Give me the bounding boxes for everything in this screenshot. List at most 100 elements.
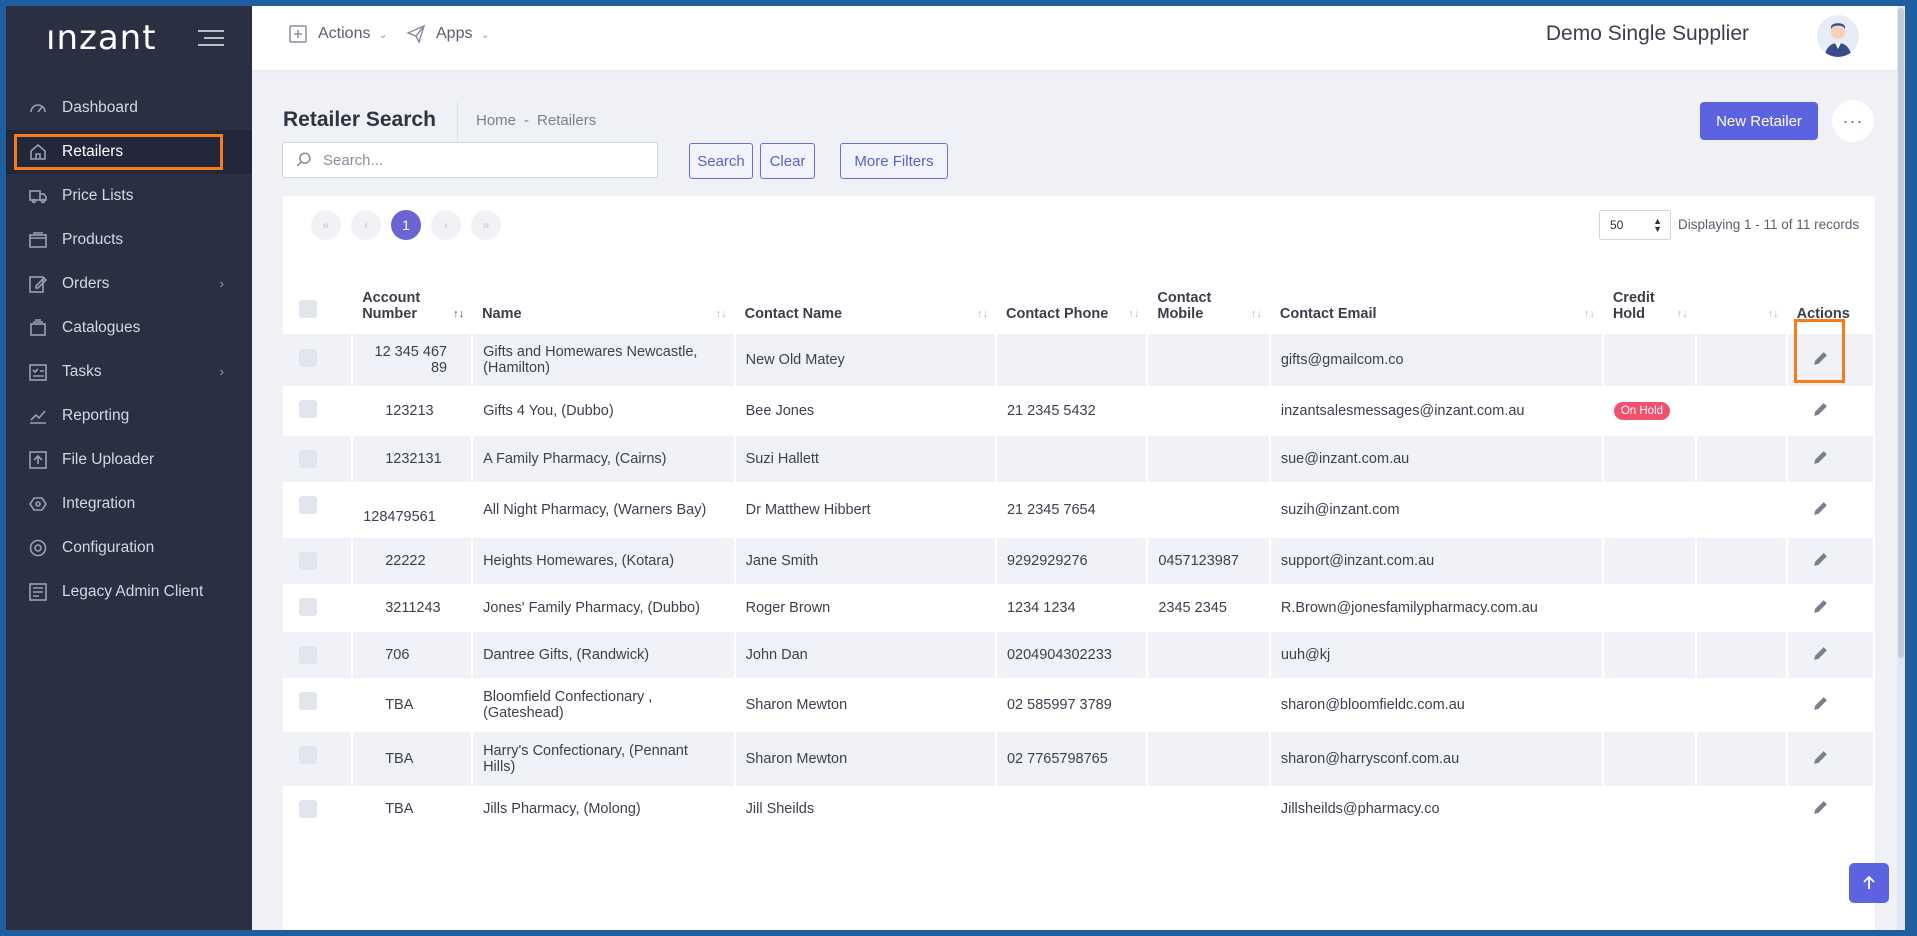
cell-credit-hold: On Hold: [1602, 386, 1697, 436]
cell-actions: [1786, 482, 1876, 538]
scroll-to-top-button[interactable]: [1849, 863, 1889, 903]
search-input[interactable]: [323, 151, 643, 169]
col-unnamed[interactable]: ↑↓: [1695, 266, 1787, 335]
sort-icon: ↑↓: [1676, 307, 1688, 320]
edit-button[interactable]: [1812, 500, 1829, 521]
cell-account-number: 22222: [352, 538, 474, 584]
page-size-select[interactable]: 50 ▲ ▼: [1599, 210, 1671, 240]
col-name[interactable]: Name ↑↓: [472, 266, 735, 335]
cell-contact-email: support@inzant.com.au: [1269, 538, 1604, 584]
apps-menu[interactable]: Apps ⌄: [406, 24, 490, 44]
cell-credit-hold: [1602, 732, 1697, 786]
more-filters-button[interactable]: More Filters: [840, 143, 948, 179]
breadcrumb-home[interactable]: Home: [476, 112, 516, 129]
row-checkbox[interactable]: [299, 496, 317, 514]
tenant-name: Demo Single Supplier: [1545, 22, 1749, 45]
cell-credit-hold: [1602, 786, 1697, 832]
sort-icon: ↑↓: [1767, 307, 1779, 320]
table-row[interactable]: 128479561 All Night Pharmacy, (Warners Ba…: [283, 482, 1876, 538]
row-select-cell: [283, 584, 354, 632]
col-contact-mobile[interactable]: Contact Mobile ↑↓: [1147, 266, 1270, 335]
page-scrollbar[interactable]: [1897, 6, 1905, 930]
sidebar-item-orders[interactable]: Orders ›: [6, 262, 252, 306]
cell-contact-name: Bee Jones: [734, 386, 997, 436]
edit-button[interactable]: [1812, 799, 1829, 820]
cell-contact-email: uuh@kj: [1269, 632, 1604, 678]
highlight-box: [1793, 318, 1845, 383]
row-checkbox[interactable]: [299, 348, 317, 367]
cell-actions: [1786, 678, 1876, 732]
sidebar-item-file-uploader[interactable]: File Uploader: [6, 438, 252, 482]
row-checkbox[interactable]: [299, 450, 317, 468]
page-button-current[interactable]: 1: [391, 210, 421, 240]
cell-actions: [1786, 732, 1876, 786]
sidebar-item-reporting[interactable]: Reporting: [6, 394, 252, 438]
truck-icon: [28, 186, 48, 206]
more-options-button[interactable]: ···: [1832, 100, 1874, 142]
row-checkbox[interactable]: [299, 400, 317, 418]
cell-contact-name: New Old Matey: [734, 334, 997, 386]
row-checkbox[interactable]: [299, 746, 317, 764]
clear-button[interactable]: Clear: [760, 143, 815, 179]
cell-name: Jones' Family Pharmacy, (Dubbo): [472, 584, 736, 632]
select-all-checkbox[interactable]: [299, 299, 317, 318]
first-page-button[interactable]: «: [311, 210, 341, 240]
chevron-right-icon: ›: [219, 276, 224, 291]
record-count: Displaying 1 - 11 of 11 records: [1678, 217, 1860, 232]
col-label: Contact Name: [744, 305, 843, 322]
edit-button[interactable]: [1812, 695, 1829, 716]
chevron-right-icon: ›: [219, 364, 224, 379]
sidebar-item-price-lists[interactable]: Price Lists: [6, 174, 252, 218]
table-row[interactable]: TBA Jills Pharmacy, (Molong) Jill Sheilds J…: [283, 786, 1876, 832]
table-row[interactable]: 22222 Heights Homewares, (Kotara) Jane Smi…: [283, 538, 1876, 584]
status-badge: On Hold: [1613, 402, 1671, 420]
col-label: Contact Email: [1279, 305, 1377, 322]
sidebar-item-tasks[interactable]: Tasks ›: [6, 350, 252, 394]
row-checkbox[interactable]: [299, 800, 317, 818]
col-contact-email[interactable]: Contact Email ↑↓: [1269, 266, 1603, 335]
sidebar-item-dashboard[interactable]: Dashboard: [6, 86, 252, 130]
avatar[interactable]: [1817, 15, 1859, 57]
table-row[interactable]: TBA Bloomfield Confectionary , (Gateshead…: [283, 678, 1876, 732]
table-row[interactable]: 12 345 467 89 Gifts and Homewares Newcast…: [283, 318, 1876, 386]
sidebar-item-integration[interactable]: Integration: [6, 482, 252, 526]
edit-button[interactable]: [1812, 401, 1829, 422]
table-row[interactable]: 706 Dantree Gifts, (Randwick) John Dan 0204…: [283, 632, 1876, 678]
edit-button[interactable]: [1812, 645, 1829, 666]
table-row[interactable]: 123213 Gifts 4 You, (Dubbo) Bee Jones 21 23…: [283, 386, 1876, 436]
col-credit-hold[interactable]: Credit Hold ↑↓: [1602, 266, 1696, 335]
edit-button[interactable]: [1793, 318, 1845, 383]
row-checkbox[interactable]: [299, 646, 317, 664]
actions-menu[interactable]: Actions ⌄: [288, 24, 388, 44]
menu-toggle-icon[interactable]: [198, 30, 224, 48]
cell-contact-name: Jill Sheilds: [734, 786, 997, 832]
search-button[interactable]: Search: [689, 143, 753, 179]
select-all-cell: [283, 266, 353, 335]
sidebar-item-legacy-admin-client[interactable]: Legacy Admin Client: [6, 570, 252, 614]
new-retailer-button[interactable]: New Retailer: [1700, 102, 1818, 140]
row-checkbox[interactable]: [299, 598, 317, 616]
cell-contact-mobile: [1147, 334, 1271, 386]
prev-page-button[interactable]: ‹: [351, 210, 381, 240]
row-checkbox[interactable]: [299, 692, 317, 710]
edit-button[interactable]: [1812, 551, 1829, 572]
edit-button[interactable]: [1812, 749, 1829, 770]
last-page-button[interactable]: »: [471, 210, 501, 240]
table-row[interactable]: TBA Harry's Confectionary, (Pennant Hills…: [283, 732, 1876, 786]
col-account-number[interactable]: Account Number ↑↓: [352, 266, 473, 335]
cell-contact-name: John Dan: [734, 632, 997, 678]
table-row[interactable]: 1232131 A Family Pharmacy, (Cairns) Suzi H…: [283, 436, 1876, 482]
edit-button[interactable]: [1812, 449, 1829, 470]
row-checkbox[interactable]: [299, 552, 317, 570]
cell-empty: [1695, 632, 1788, 678]
sidebar-item-products[interactable]: Products: [6, 218, 252, 262]
sidebar-item-configuration[interactable]: Configuration: [6, 526, 252, 570]
edit-button[interactable]: [1812, 598, 1829, 619]
sidebar-item-catalogues[interactable]: Catalogues: [6, 306, 252, 350]
table-row[interactable]: 3211243 Jones' Family Pharmacy, (Dubbo) Ro…: [283, 584, 1876, 632]
next-page-button[interactable]: ›: [431, 210, 461, 240]
sort-icon: ↑↓: [1250, 307, 1262, 320]
col-contact-name[interactable]: Contact Name ↑↓: [734, 266, 996, 335]
sidebar-item-retailers[interactable]: Retailers: [6, 130, 252, 174]
col-contact-phone[interactable]: Contact Phone ↑↓: [995, 266, 1148, 335]
